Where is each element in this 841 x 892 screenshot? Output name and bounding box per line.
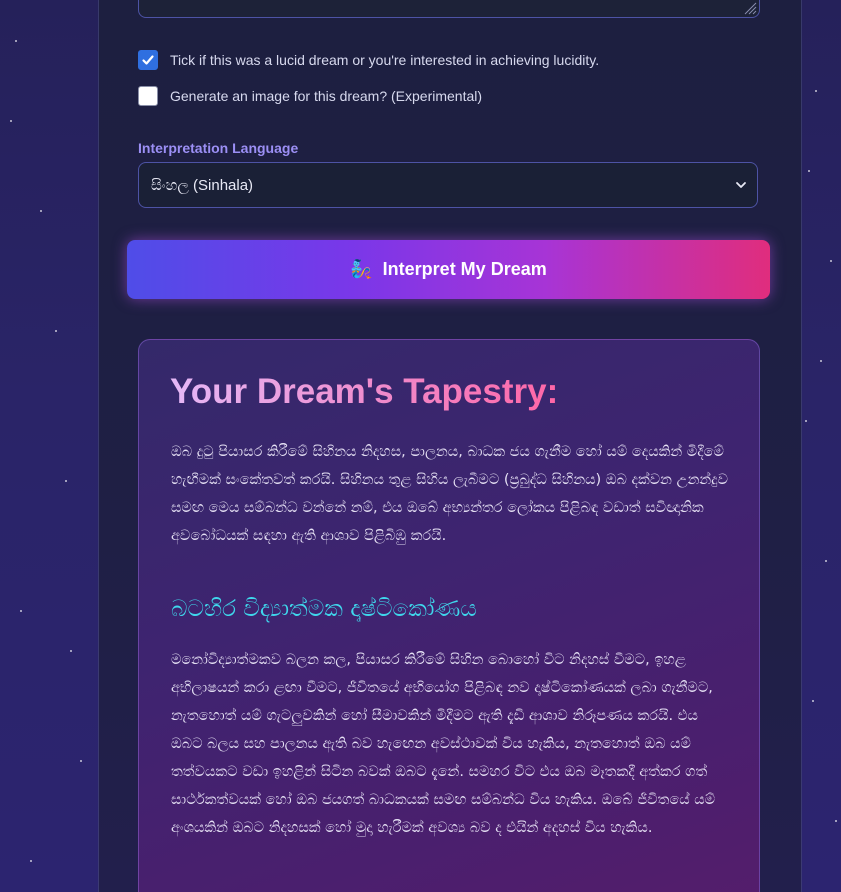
star-dot	[80, 760, 82, 762]
star-dot	[10, 120, 12, 122]
generate-image-option[interactable]: Generate an image for this dream? (Exper…	[138, 86, 482, 106]
star-dot	[812, 700, 814, 702]
star-dot	[30, 860, 32, 862]
lucid-dream-label: Tick if this was a lucid dream or you're…	[170, 52, 600, 68]
resize-grip-icon[interactable]	[743, 1, 757, 15]
section-title-western: බටහිර විද්‍යාත්මක දෘෂ්ටිකෝණය	[171, 596, 477, 622]
star-dot	[830, 260, 832, 262]
star-dot	[835, 820, 837, 822]
generate-image-checkbox[interactable]	[138, 86, 158, 106]
star-dot	[65, 480, 67, 482]
star-dot	[820, 360, 822, 362]
dream-description-textarea[interactable]	[138, 0, 760, 18]
result-title: Your Dream's Tapestry:	[170, 372, 559, 411]
language-select[interactable]: සිංහල (Sinhala)	[138, 162, 758, 208]
checkmark-icon	[142, 55, 154, 65]
star-dot	[815, 90, 817, 92]
star-dot	[70, 650, 72, 652]
chevron-down-icon	[736, 182, 746, 188]
star-dot	[40, 210, 42, 212]
star-dot	[825, 560, 827, 562]
interpretation-intro: ඔබ දුටු පියාසර කිරීමේ සිහිනය නිදහස, පාලන…	[171, 444, 729, 544]
interpret-dream-button[interactable]: 🧞 Interpret My Dream	[127, 240, 770, 299]
interpretation-western-body: මනෝවිද්‍යාත්මකව බලන කල, පියාසර කිරීමේ සි…	[171, 652, 716, 836]
genie-icon: 🧞	[350, 259, 373, 279]
language-label: Interpretation Language	[138, 140, 299, 156]
star-dot	[805, 420, 807, 422]
lucid-dream-checkbox[interactable]	[138, 50, 158, 70]
star-dot	[55, 330, 57, 332]
interpret-button-label: Interpret My Dream	[382, 259, 547, 279]
star-dot	[808, 170, 810, 172]
language-selected-value: සිංහල (Sinhala)	[151, 176, 254, 194]
star-dot	[20, 610, 22, 612]
generate-image-label: Generate an image for this dream? (Exper…	[170, 88, 483, 104]
lucid-dream-option[interactable]: Tick if this was a lucid dream or you're…	[138, 50, 599, 70]
star-dot	[15, 40, 17, 42]
